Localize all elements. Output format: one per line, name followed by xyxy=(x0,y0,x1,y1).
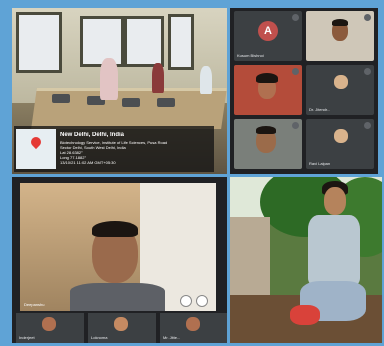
red-flowers xyxy=(290,305,320,325)
participant-name: Loknoma xyxy=(91,335,108,340)
microscope xyxy=(52,94,70,103)
geotag-card: New Delhi, Delhi, India Biotechnology Se… xyxy=(14,126,214,172)
geotag-line: 13/10/21 11:02 AM GMT+05:30 xyxy=(60,160,116,165)
microscope xyxy=(157,98,175,107)
speaker-hair xyxy=(92,221,138,237)
participant-tile[interactable] xyxy=(234,119,302,169)
lab-window xyxy=(124,16,164,67)
participant-tile[interactable]: Dr. Jitendr... xyxy=(306,65,374,115)
pin-icon[interactable] xyxy=(180,295,192,307)
participant-name: Mr. Jitte... xyxy=(163,335,181,340)
lab-photo-panel: New Delhi, Delhi, India Biotechnology Se… xyxy=(12,8,227,174)
speaker-video: Deepanshu xyxy=(20,183,216,311)
student-figure xyxy=(200,66,212,94)
participant-face xyxy=(334,129,348,143)
participant-grid-panel: A Kusum Bishnoi Dr. Jitendr... Ravi Lalp… xyxy=(230,8,378,174)
participant-name: Dr. Jitendr... xyxy=(309,107,331,112)
map-thumbnail xyxy=(16,129,56,169)
microscope xyxy=(122,98,140,107)
brick-wall xyxy=(230,217,270,307)
more-options-icon[interactable] xyxy=(196,295,208,307)
student-figure xyxy=(152,63,164,93)
mic-off-icon xyxy=(292,122,299,129)
participant-tile[interactable] xyxy=(234,65,302,115)
participant-hair xyxy=(256,73,278,83)
speaker-shirt xyxy=(70,283,165,311)
participant-tile[interactable]: A Kusum Bishnoi xyxy=(234,11,302,61)
lab-door xyxy=(168,14,194,70)
mic-off-icon xyxy=(364,14,371,21)
student-figure xyxy=(100,58,118,100)
participant-face xyxy=(42,317,56,331)
lab-window xyxy=(16,12,62,73)
participant-tile[interactable]: Inderjeet xyxy=(16,313,84,343)
mic-off-icon xyxy=(292,68,299,75)
self-name: Deepanshu xyxy=(24,302,45,307)
mic-off-icon xyxy=(364,68,371,75)
participant-face xyxy=(114,317,128,331)
participant-hair xyxy=(256,126,276,134)
participant-tile[interactable]: Loknoma xyxy=(88,313,156,343)
mic-off-icon xyxy=(364,122,371,129)
participant-name: Ravi Lalpan xyxy=(309,161,331,166)
participant-tile[interactable]: Ravi Lalpan xyxy=(306,119,374,169)
person-face xyxy=(324,187,346,215)
participant-tile[interactable] xyxy=(306,11,374,61)
lab-window xyxy=(80,16,124,67)
outdoor-photo-panel xyxy=(230,177,382,343)
avatar: A xyxy=(258,21,278,41)
participant-name: Inderjeet xyxy=(19,335,35,340)
speaker-video-panel: Deepanshu Inderjeet Loknoma Mr. Jitte... xyxy=(12,177,227,343)
participant-face xyxy=(334,75,348,89)
location-pin-icon xyxy=(28,134,44,150)
participant-face xyxy=(186,317,200,331)
participant-name: Kusum Bishnoi xyxy=(237,53,264,58)
participant-tile[interactable]: Mr. Jitte... xyxy=(160,313,227,343)
geotag-title: New Delhi, Delhi, India xyxy=(60,132,125,138)
person-shirt xyxy=(308,215,360,285)
participant-hair xyxy=(332,19,348,26)
mic-off-icon xyxy=(292,14,299,21)
